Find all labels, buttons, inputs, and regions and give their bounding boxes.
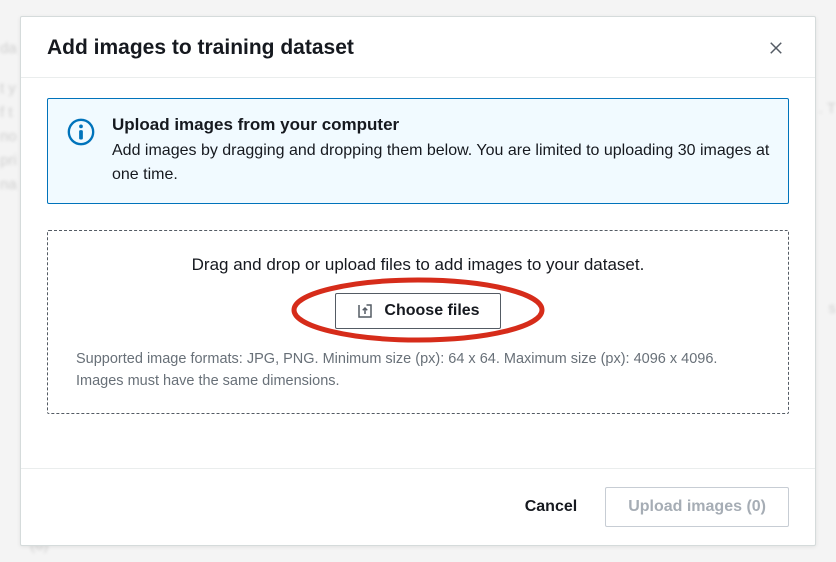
modal-title: Add images to training dataset — [47, 36, 354, 60]
choose-files-label: Choose files — [384, 302, 479, 320]
choose-files-button[interactable]: Choose files — [335, 293, 500, 329]
info-content: Upload images from your computer Add ima… — [112, 115, 770, 187]
close-icon — [767, 39, 785, 57]
info-icon — [66, 115, 96, 187]
info-description: Add images by dragging and dropping them… — [112, 139, 770, 187]
info-box: Upload images from your computer Add ima… — [47, 98, 789, 204]
close-button[interactable] — [763, 35, 789, 61]
cancel-button[interactable]: Cancel — [511, 490, 591, 524]
add-images-modal: Add images to training dataset Upload im… — [20, 16, 816, 546]
upload-images-button[interactable]: Upload images (0) — [605, 487, 789, 527]
choose-files-wrap: Choose files — [76, 293, 760, 329]
info-title: Upload images from your computer — [112, 115, 770, 135]
upload-icon — [356, 302, 374, 320]
modal-footer: Cancel Upload images (0) — [21, 468, 815, 545]
dropzone-prompt: Drag and drop or upload files to add ima… — [76, 255, 760, 275]
modal-body: Upload images from your computer Add ima… — [21, 78, 815, 468]
dropzone[interactable]: Drag and drop or upload files to add ima… — [47, 230, 789, 414]
support-text: Supported image formats: JPG, PNG. Minim… — [76, 349, 760, 393]
modal-header: Add images to training dataset — [21, 17, 815, 78]
